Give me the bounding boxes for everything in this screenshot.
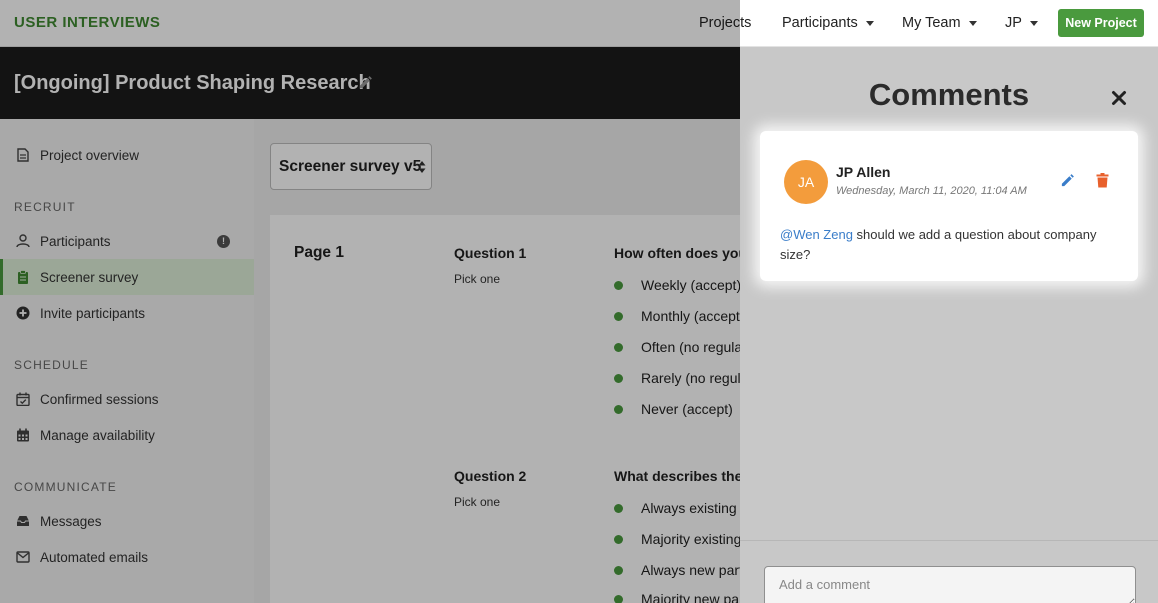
nav-participants-label: Participants <box>782 15 858 31</box>
add-comment-input[interactable] <box>764 566 1136 603</box>
chevron-down-icon <box>968 20 977 26</box>
comment-body: @Wen Zeng should we add a question about… <box>780 225 1120 265</box>
new-project-button[interactable]: New Project <box>1058 9 1144 37</box>
edit-pencil-icon[interactable] <box>1060 173 1075 193</box>
mention-link[interactable]: @Wen Zeng <box>780 227 853 242</box>
comment-timestamp: Wednesday, March 11, 2020, 11:04 AM <box>836 185 1027 197</box>
comment-author: JP Allen <box>836 164 891 180</box>
close-icon[interactable] <box>1111 90 1127 106</box>
nav-user-menu[interactable]: JP <box>1005 15 1038 31</box>
nav-user-label: JP <box>1005 15 1022 31</box>
comments-panel: Comments JA JP Allen Wednesday, March 11… <box>740 47 1158 603</box>
comments-footer <box>740 540 1158 603</box>
chevron-down-icon <box>1029 20 1038 26</box>
chevron-down-icon <box>865 20 874 26</box>
comments-title: Comments <box>868 77 1030 112</box>
nav-participants[interactable]: Participants <box>782 15 874 31</box>
comment-card: JA JP Allen Wednesday, March 11, 2020, 1… <box>760 131 1138 281</box>
avatar: JA <box>784 160 828 204</box>
nav-my-team[interactable]: My Team <box>902 15 977 31</box>
nav-my-team-label: My Team <box>902 15 961 31</box>
modal-backdrop[interactable] <box>0 0 740 603</box>
trash-icon[interactable] <box>1096 173 1109 193</box>
